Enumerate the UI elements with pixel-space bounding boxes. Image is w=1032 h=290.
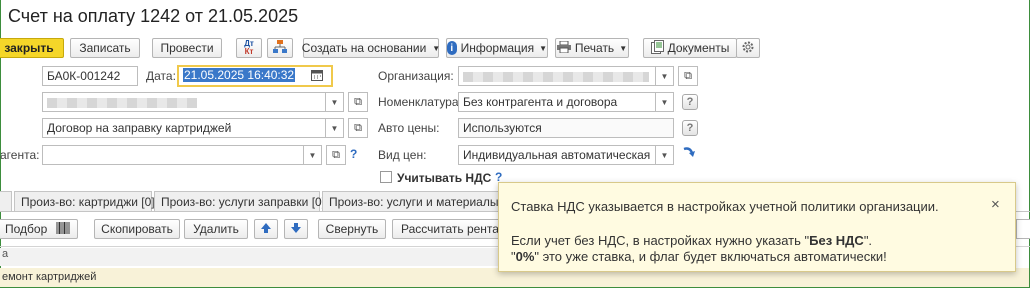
auto-prices-label: Авто цены:: [378, 121, 440, 135]
printer-icon: [556, 40, 571, 56]
counterparty-dropdown-icon[interactable]: ▼: [326, 92, 344, 112]
redacted-value: [47, 98, 197, 108]
copy-button[interactable]: Скопировать: [94, 219, 180, 239]
information-label: Информация: [460, 41, 535, 55]
organization-field[interactable]: [458, 66, 656, 86]
calc-profitability-button[interactable]: Рассчитать рентаб: [392, 219, 502, 239]
arrow-down-icon: [290, 222, 302, 237]
tooltip-line-2: Если учет без НДС, в настройках нужно ук…: [511, 233, 872, 248]
tab-cartridges[interactable]: Произ-во: картриджи [0]: [14, 191, 155, 211]
redacted-value: [463, 72, 649, 82]
tooltip-bold-no-vat: Без НДС: [809, 233, 864, 248]
contract-dropdown-icon[interactable]: ▼: [326, 118, 344, 138]
organization-dropdown-icon[interactable]: ▼: [656, 66, 674, 86]
move-up-button[interactable]: [254, 219, 278, 239]
tooltip-line-3-suffix: " это уже ставка, и флаг будет включатьс…: [534, 249, 887, 264]
price-type-dropdown-icon[interactable]: ▼: [656, 145, 674, 165]
pick-button[interactable]: Подбор: [0, 219, 78, 239]
agent-dropdown-icon[interactable]: ▼: [304, 145, 322, 165]
organization-label: Организация:: [378, 69, 454, 83]
tab-refill-services[interactable]: Произ-во: услуги заправки [0]: [154, 191, 325, 211]
arrow-up-icon: [260, 222, 272, 237]
move-down-button[interactable]: [284, 219, 308, 239]
gear-icon: [741, 40, 755, 57]
kt-label: Кт: [244, 47, 254, 56]
information-button[interactable]: i Информация ▼: [446, 38, 548, 58]
window-title: Счет на оплату 1242 от 21.05.2025: [8, 6, 299, 26]
help-icon[interactable]: ?: [682, 94, 698, 110]
dt-kt-button[interactable]: Дт Кт: [236, 38, 262, 58]
post-button[interactable]: Провести: [152, 38, 222, 58]
help-link[interactable]: ?: [350, 147, 357, 161]
agent-field[interactable]: [42, 145, 304, 165]
date-value: 21.05.2025 16:40:32: [183, 68, 296, 82]
nomenclature-dropdown-icon[interactable]: ▼: [656, 92, 674, 112]
tooltip-line-2-suffix: ".: [863, 233, 873, 248]
nomenclature-field[interactable]: Без контрагента и договора: [458, 92, 656, 112]
date-label: Дата:: [146, 69, 176, 83]
tooltip-line-2-prefix: Если учет без НДС, в настройках нужно ук…: [511, 233, 810, 248]
price-type-field[interactable]: Индивидуальная автоматическая: [458, 145, 656, 165]
column-header: а: [2, 248, 9, 260]
close-icon[interactable]: ×: [991, 196, 1000, 213]
structure-icon: [273, 39, 287, 57]
date-field[interactable]: 21.05.2025 16:40:32: [177, 65, 333, 87]
vat-checkbox[interactable]: [380, 171, 392, 183]
vat-tooltip: Ставка НДС указывается в настройках учет…: [498, 182, 1016, 272]
info-icon: i: [447, 41, 457, 55]
auto-prices-field: Используются: [458, 118, 674, 138]
documents-button[interactable]: Документы: [643, 38, 737, 58]
vat-checkbox-label[interactable]: Учитывать НДС: [397, 171, 491, 185]
open-icon[interactable]: ⧉: [348, 118, 368, 138]
save-button[interactable]: Записать: [70, 38, 140, 58]
contract-field[interactable]: Договор на заправку картриджей: [42, 118, 326, 138]
settings-button[interactable]: [736, 38, 760, 58]
open-icon[interactable]: ⧉: [678, 66, 698, 86]
price-type-label: Вид цен:: [378, 148, 427, 162]
tooltip-line-1: Ставка НДС указывается в настройках учет…: [511, 199, 939, 214]
tooltip-bold-zero-rate: 0%: [515, 249, 535, 264]
tab-hidden[interactable]: [0, 191, 12, 211]
chevron-down-icon: ▼: [619, 43, 628, 53]
pick-label: Подбор: [5, 222, 48, 236]
create-based-on-button[interactable]: Создать на основании ▼: [301, 38, 441, 58]
print-label: Печать: [574, 41, 615, 55]
documents-icon: [650, 39, 664, 57]
more-button[interactable]: [1016, 219, 1030, 239]
barcode-icon: [56, 221, 70, 237]
documents-label: Документы: [667, 41, 730, 55]
refresh-arrow-icon[interactable]: [682, 145, 696, 162]
open-icon[interactable]: ⧉: [326, 145, 346, 165]
counterparty-field[interactable]: [42, 92, 326, 112]
structure-button[interactable]: [267, 38, 293, 58]
collapse-button[interactable]: Свернуть: [318, 219, 386, 239]
tab-services-materials[interactable]: Произ-во: услуги и материалы ре: [322, 191, 515, 211]
tooltip-line-3: "0%" это уже ставка, и флаг будет включа…: [511, 249, 887, 264]
table-header: а: [0, 248, 498, 266]
row-item-name: емонт картриджей: [2, 271, 97, 283]
print-button[interactable]: Печать ▼: [555, 38, 629, 58]
nomenclature-label: Номенклатура:: [378, 95, 462, 109]
calendar-icon[interactable]: [311, 69, 325, 81]
close-button[interactable]: закрыть: [0, 38, 64, 58]
chevron-down-icon: ▼: [432, 43, 441, 53]
agent-label: агента:: [0, 148, 40, 162]
delete-button[interactable]: Удалить: [184, 219, 248, 239]
create-based-on-label: Создать на основании: [301, 41, 427, 55]
chevron-down-icon: ▼: [539, 43, 547, 53]
open-icon[interactable]: ⧉: [348, 92, 368, 112]
document-number-field[interactable]: БА0К-001242: [42, 66, 138, 86]
help-icon[interactable]: ?: [682, 120, 698, 136]
